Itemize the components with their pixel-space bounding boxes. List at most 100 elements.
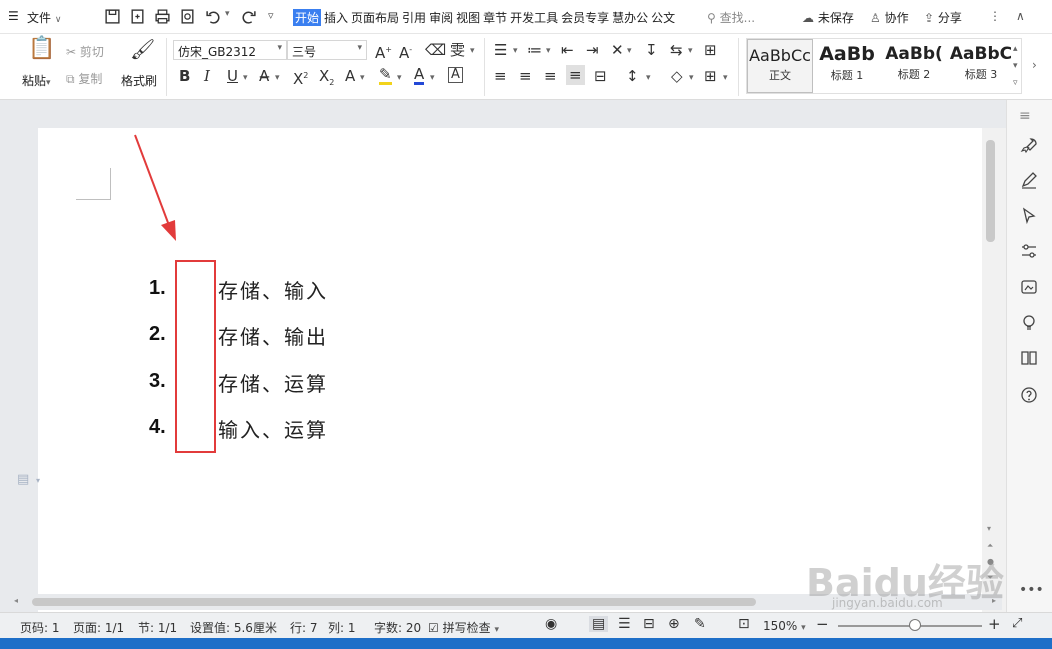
increase-indent-icon[interactable]: ⇥ xyxy=(586,41,599,59)
decrease-indent-icon[interactable]: ⇤ xyxy=(561,41,574,59)
chevron-down-icon[interactable]: ▾ xyxy=(360,73,365,83)
zoom-level[interactable]: 150% ▾ xyxy=(763,619,806,633)
align-justify-icon[interactable]: ≡ xyxy=(566,65,585,85)
format-painter-icon[interactable]: 🖌 xyxy=(130,39,155,59)
pen-icon[interactable] xyxy=(1019,170,1039,190)
more-options-icon[interactable]: ••• xyxy=(1019,582,1044,602)
text-direction-icon[interactable]: ⇆ xyxy=(670,41,683,59)
clear-format-icon[interactable]: ⌫ xyxy=(425,41,446,59)
align-center-icon[interactable]: ≡ xyxy=(519,67,532,85)
ribbon-next-icon[interactable]: › xyxy=(1032,58,1037,72)
chevron-down-icon[interactable]: ▾ xyxy=(646,73,651,83)
paste-button[interactable]: 粘贴▾ xyxy=(22,72,51,89)
bold-icon[interactable]: B xyxy=(179,67,190,85)
zoom-slider-thumb[interactable] xyxy=(909,619,921,631)
cut-button[interactable]: ✂ 剪切 xyxy=(66,43,104,60)
document-page[interactable]: 1. 存储、输入 2. 存储、输出 3. 存储、运算 4. 输入、运算 xyxy=(38,128,982,612)
numbered-list-icon[interactable]: ≔ xyxy=(527,41,542,59)
chevron-down-icon[interactable]: ▾ xyxy=(243,73,248,83)
vertical-scrollbar[interactable]: ▾ ⏶ ● ⏷ xyxy=(982,128,1006,612)
book-icon[interactable] xyxy=(1019,348,1039,368)
style-normal[interactable]: AaBbCc 正文 xyxy=(747,39,813,93)
scroll-down-icon[interactable]: ▾ xyxy=(987,524,991,533)
status-page[interactable]: 页面: 1/1 xyxy=(73,619,124,636)
print-icon[interactable] xyxy=(154,8,171,25)
reading-view-icon[interactable]: ⊟ xyxy=(643,616,655,632)
phonetic-guide-icon[interactable]: 雯 xyxy=(450,41,465,59)
chevron-down-icon[interactable]: ▾ xyxy=(513,46,518,56)
fullscreen-icon[interactable]: ⤢ xyxy=(1012,616,1022,631)
text-effect-icon[interactable]: A xyxy=(345,67,355,85)
chevron-down-icon[interactable]: ▾ xyxy=(546,46,551,56)
align-right-icon[interactable]: ≡ xyxy=(544,67,557,85)
shading-icon[interactable]: ◇ xyxy=(671,67,683,85)
web-view-icon[interactable]: ⊕ xyxy=(668,616,680,632)
chinese-layout-icon[interactable]: ✕ xyxy=(611,41,624,59)
borders-icon[interactable]: ⊞ xyxy=(704,67,717,85)
style-heading-3[interactable]: AaBbC 标题 3 xyxy=(948,39,1014,93)
tab-insert[interactable]: 插入 xyxy=(324,9,348,26)
spell-check-button[interactable]: ☑ 拼写检查 ▾ xyxy=(428,619,499,636)
show-marks-icon[interactable]: ⊞ xyxy=(704,41,717,59)
save-icon[interactable] xyxy=(104,8,121,25)
page-view-icon[interactable]: ▤ xyxy=(589,616,609,632)
styles-expand-icon[interactable]: ▿ xyxy=(1013,78,1018,88)
select-cursor-icon[interactable] xyxy=(1019,206,1039,226)
hamburger-icon[interactable]: ☰ xyxy=(8,9,19,23)
redo-icon[interactable] xyxy=(240,8,257,25)
tab-references[interactable]: 引用 xyxy=(402,9,426,26)
collab-button[interactable]: ♙ 协作 xyxy=(870,9,909,26)
chevron-down-icon[interactable]: ▾ xyxy=(627,46,632,56)
superscript-icon[interactable]: X2 xyxy=(293,67,308,88)
adjust-icon[interactable] xyxy=(1019,241,1039,261)
strikethrough-icon[interactable]: A̶ xyxy=(259,67,269,85)
scroll-left-icon[interactable]: ◂ xyxy=(14,596,18,605)
styles-scroll-down-icon[interactable]: ▾ xyxy=(1013,61,1018,71)
print-preview-icon[interactable] xyxy=(179,8,196,25)
prev-page-icon[interactable]: ⏶ xyxy=(987,541,993,551)
zoom-in-icon[interactable]: + xyxy=(988,615,1001,633)
fit-page-icon[interactable]: ⊡ xyxy=(738,616,750,632)
search-box[interactable]: ⚲ 查找... xyxy=(707,9,755,26)
underline-icon[interactable]: U xyxy=(227,67,238,85)
document-map-icon[interactable]: ▤ xyxy=(17,472,29,487)
shrink-font-icon[interactable]: A- xyxy=(399,41,412,62)
subscript-icon[interactable]: X2 xyxy=(319,67,334,92)
sort-icon[interactable]: ↧ xyxy=(645,41,658,59)
line-spacing-icon[interactable]: ↕ xyxy=(626,67,639,85)
tab-chapter[interactable]: 章节 xyxy=(483,9,507,26)
chevron-down-icon[interactable]: ▾ xyxy=(275,73,280,83)
eye-protection-icon[interactable]: ◉ xyxy=(545,616,557,632)
align-left-icon[interactable]: ≡ xyxy=(494,67,507,85)
lightbulb-icon[interactable] xyxy=(1019,312,1039,332)
tab-review[interactable]: 审阅 xyxy=(429,9,453,26)
export-pdf-icon[interactable] xyxy=(129,8,146,25)
outline-view-icon[interactable]: ☰ xyxy=(618,616,631,632)
chevron-down-icon[interactable]: ▾ xyxy=(688,46,693,56)
style-heading-1[interactable]: AaBb 标题 1 xyxy=(814,39,880,93)
chevron-down-icon[interactable]: ▾ xyxy=(397,73,402,83)
grow-font-icon[interactable]: A+ xyxy=(375,41,392,62)
font-name-select[interactable]: 仿宋_GB2312 ▾ xyxy=(173,40,287,60)
gallery-icon[interactable] xyxy=(1019,277,1039,297)
copy-button[interactable]: ⧉ 复制 xyxy=(66,70,102,87)
status-column[interactable]: 列: 1 xyxy=(328,619,356,636)
help-icon[interactable] xyxy=(1019,385,1039,405)
font-size-select[interactable]: 三号 ▾ xyxy=(287,40,367,60)
tab-developer[interactable]: 开发工具 xyxy=(510,9,558,26)
tab-page-layout[interactable]: 页面布局 xyxy=(351,9,399,26)
styles-scroll-up-icon[interactable]: ▴ xyxy=(1013,44,1018,54)
tab-member[interactable]: 会员专享 xyxy=(561,9,609,26)
tab-official-doc[interactable]: 公文 xyxy=(651,9,675,26)
style-heading-2[interactable]: AaBb( 标题 2 xyxy=(881,39,947,93)
status-line[interactable]: 行: 7 xyxy=(290,619,318,636)
unsaved-status[interactable]: ☁ 未保存 xyxy=(802,9,854,26)
status-setting[interactable]: 设置值: 5.6厘米 xyxy=(190,619,277,636)
status-page-code[interactable]: 页码: 1 xyxy=(20,619,60,636)
write-view-icon[interactable]: ✎ xyxy=(694,616,706,632)
rocket-icon[interactable] xyxy=(1019,136,1039,156)
font-color-icon[interactable]: A xyxy=(414,67,425,85)
char-border-icon[interactable]: A xyxy=(448,67,463,83)
vertical-scroll-thumb[interactable] xyxy=(986,140,995,242)
paste-icon[interactable]: 📋 xyxy=(28,38,55,60)
